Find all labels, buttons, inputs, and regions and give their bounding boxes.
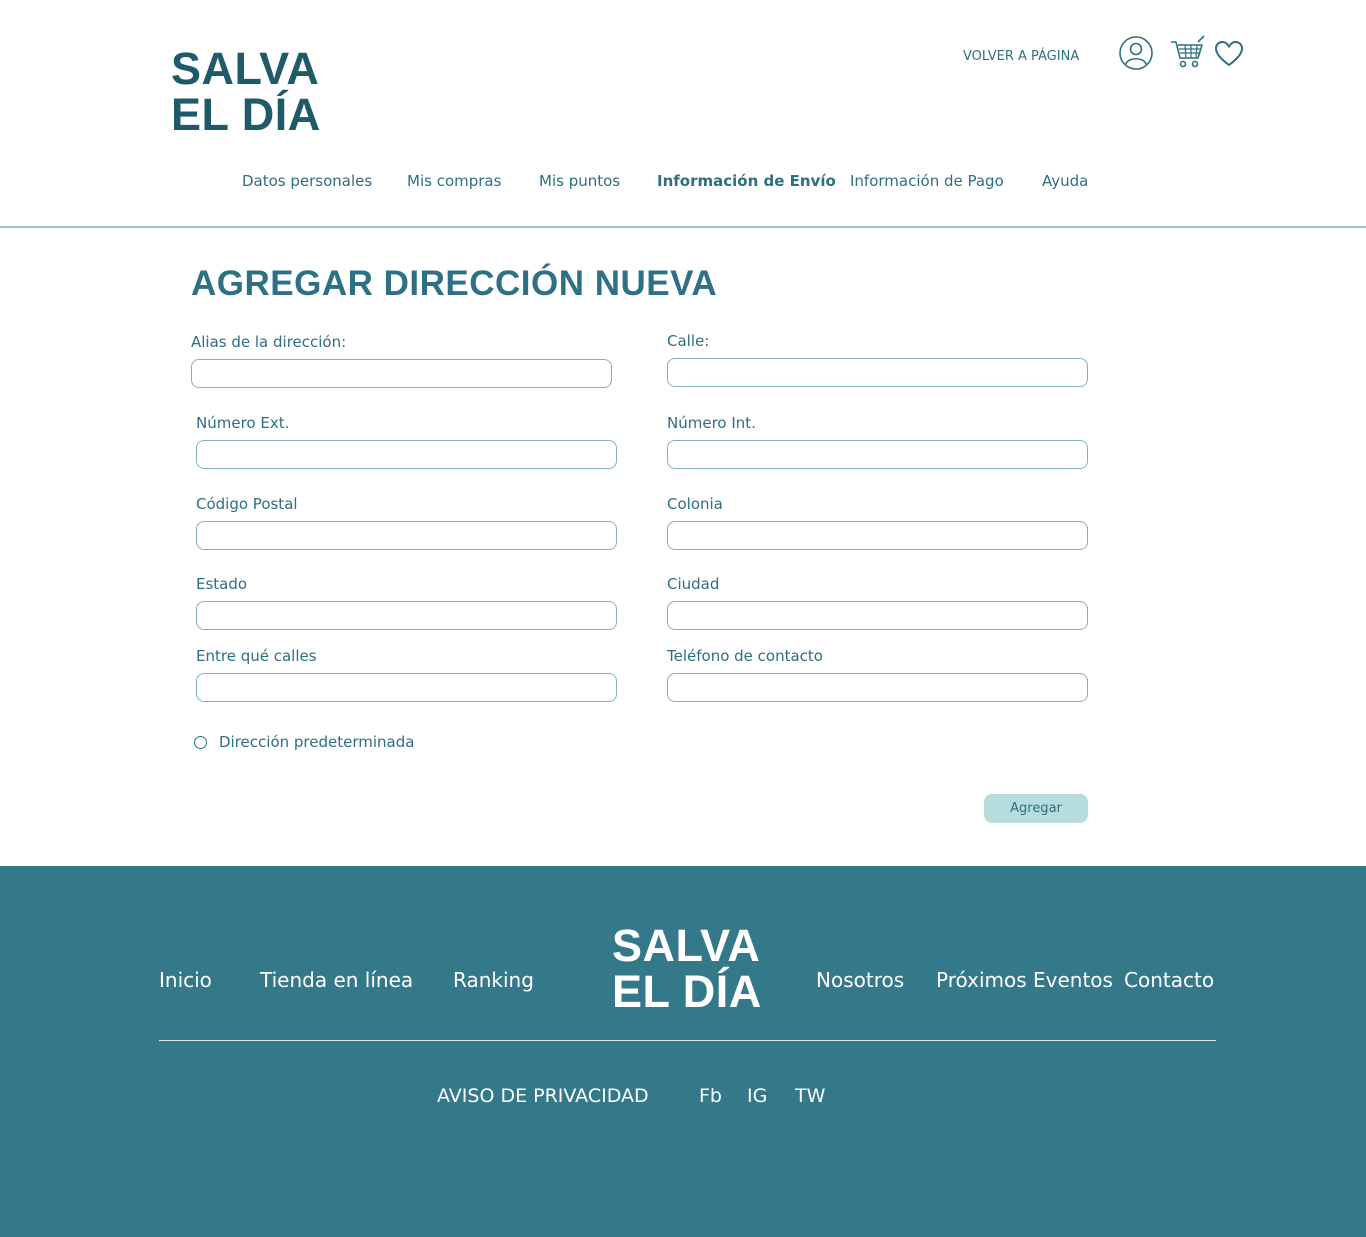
footer-link-contacto[interactable]: Contacto (1124, 968, 1214, 992)
heart-icon[interactable] (1214, 40, 1244, 72)
facebook-link[interactable]: Fb (699, 1085, 722, 1107)
alias-label: Alias de la dirección: (191, 333, 347, 351)
tab-informacion-pago[interactable]: Información de Pago (850, 172, 1004, 190)
codigo-postal-input[interactable] (196, 521, 617, 550)
alias-input[interactable] (191, 359, 612, 388)
entre-calles-label: Entre qué calles (196, 647, 317, 665)
calle-label: Calle: (667, 332, 710, 350)
brand-logo-line2: EL DÍA (171, 89, 321, 140)
estado-label: Estado (196, 575, 248, 593)
site-footer: Inicio Tienda en línea Ranking SALVA EL … (0, 866, 1366, 1237)
numero-ext-input[interactable] (196, 440, 617, 469)
footer-logo-line2: EL DÍA (612, 966, 762, 1017)
footer-logo[interactable]: SALVA EL DÍA (612, 923, 762, 1015)
cart-icon[interactable] (1169, 34, 1207, 74)
footer-link-eventos[interactable]: Próximos Eventos (936, 968, 1113, 992)
account-nav: Datos personales Mis compras Mis puntos … (0, 172, 1366, 196)
agregar-button[interactable]: Agregar (984, 794, 1088, 823)
codigo-postal-label: Código Postal (196, 495, 298, 513)
calle-input[interactable] (667, 358, 1088, 387)
tab-mis-compras[interactable]: Mis compras (407, 172, 501, 190)
tab-informacion-envio[interactable]: Información de Envío (657, 172, 836, 190)
header-divider (0, 226, 1366, 228)
brand-logo-line1: SALVA (171, 43, 320, 94)
colonia-input[interactable] (667, 521, 1088, 550)
numero-int-label: Número Int. (667, 414, 756, 432)
privacy-link[interactable]: AVISO DE PRIVACIDAD (437, 1085, 649, 1107)
user-icon[interactable] (1118, 35, 1154, 75)
telefono-input[interactable] (667, 673, 1088, 702)
default-address-radio[interactable] (194, 736, 207, 749)
numero-int-input[interactable] (667, 440, 1088, 469)
entre-calles-input[interactable] (196, 673, 617, 702)
estado-input[interactable] (196, 601, 617, 630)
footer-link-tienda[interactable]: Tienda en línea (260, 968, 413, 992)
instagram-link[interactable]: IG (747, 1085, 767, 1107)
numero-ext-label: Número Ext. (196, 414, 290, 432)
tab-datos-personales[interactable]: Datos personales (242, 172, 372, 190)
footer-link-ranking[interactable]: Ranking (453, 968, 534, 992)
tab-mis-puntos[interactable]: Mis puntos (539, 172, 620, 190)
default-address-label: Dirección predeterminada (219, 733, 415, 751)
brand-logo[interactable]: SALVA EL DÍA (171, 46, 321, 138)
ciudad-label: Ciudad (667, 575, 720, 593)
footer-divider (159, 1040, 1216, 1041)
back-to-page-link[interactable]: VOLVER A PÁGINA (963, 49, 1079, 64)
ciudad-input[interactable] (667, 601, 1088, 630)
footer-logo-line1: SALVA (612, 920, 761, 971)
footer-link-inicio[interactable]: Inicio (159, 968, 212, 992)
telefono-label: Teléfono de contacto (667, 647, 823, 665)
twitter-link[interactable]: TW (795, 1085, 825, 1107)
footer-link-nosotros[interactable]: Nosotros (816, 968, 904, 992)
tab-ayuda[interactable]: Ayuda (1042, 172, 1088, 190)
colonia-label: Colonia (667, 495, 723, 513)
page-title: AGREGAR DIRECCIÓN NUEVA (191, 264, 718, 303)
